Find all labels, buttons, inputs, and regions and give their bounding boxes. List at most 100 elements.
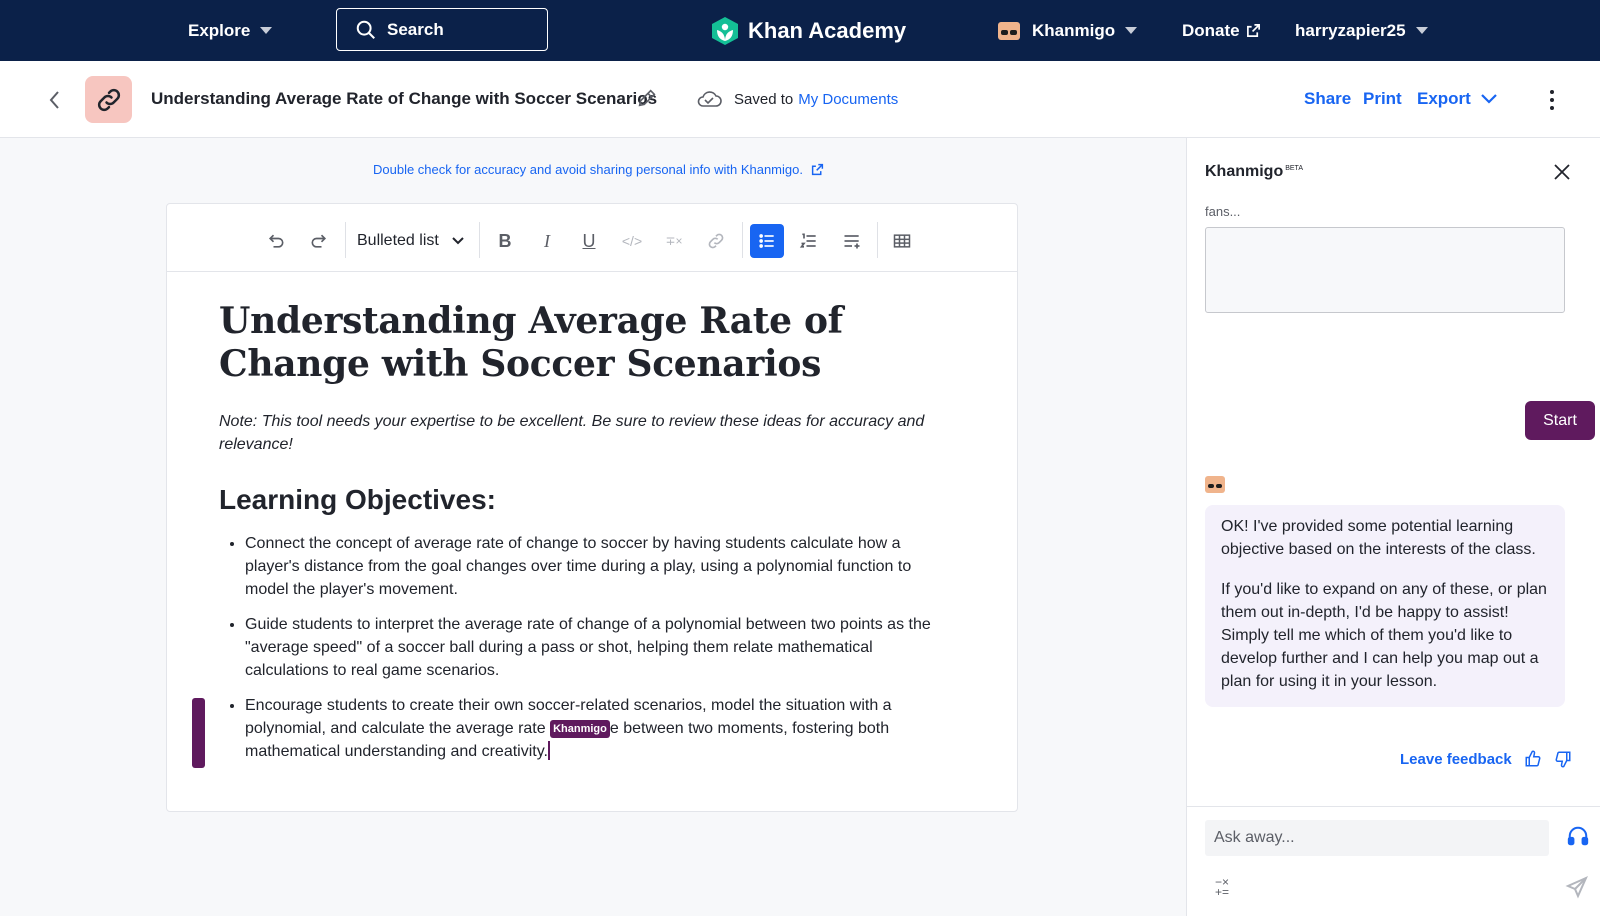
print-button[interactable]: Print xyxy=(1363,89,1402,109)
panel-title: Khanmigo BETA xyxy=(1205,163,1303,181)
text-cursor xyxy=(547,741,550,760)
khanmigo-menu[interactable]: Khanmigo xyxy=(998,0,1138,61)
back-arrow-icon[interactable] xyxy=(46,89,64,111)
toolbar-divider xyxy=(877,222,878,258)
chevron-down-icon[interactable] xyxy=(1480,93,1498,105)
chevron-down-icon xyxy=(1415,27,1428,34)
message-paragraph: If you'd like to expand on any of these,… xyxy=(1221,581,1547,690)
document-editor: Bulleted list B I U </> ∓× Understanding… xyxy=(166,203,1018,812)
underline-button[interactable]: U xyxy=(572,224,606,258)
redo-button[interactable] xyxy=(302,224,336,258)
code-icon: </> xyxy=(621,233,643,249)
list-item: Guide students to interpret the average … xyxy=(245,613,949,682)
user-menu[interactable]: harryzapier25 xyxy=(1295,0,1428,61)
link-icon xyxy=(97,88,120,111)
bold-button[interactable]: B xyxy=(488,224,522,258)
feedback-row: Leave feedback xyxy=(1400,750,1572,768)
document-content[interactable]: Understanding Average Rate of Change wit… xyxy=(219,300,949,775)
bulleted-list-icon xyxy=(759,234,774,248)
headphones-icon[interactable] xyxy=(1567,825,1589,847)
toolbar-divider xyxy=(479,222,480,258)
italic-button[interactable]: I xyxy=(530,224,564,258)
khanmigo-cursor-badge: Khanmigo xyxy=(550,720,610,738)
toolbar-divider xyxy=(742,222,743,258)
external-link-icon xyxy=(1246,24,1260,37)
khanmigo-avatar-icon xyxy=(998,21,1020,40)
ask-input[interactable]: Ask away... xyxy=(1205,820,1549,856)
external-link-icon xyxy=(811,163,824,176)
math-button[interactable]: ∓× xyxy=(657,224,691,258)
document-title: Understanding Average Rate of Change wit… xyxy=(151,89,658,108)
link-button[interactable] xyxy=(699,224,733,258)
thumbs-down-icon[interactable] xyxy=(1554,750,1572,768)
khanmigo-avatar-icon xyxy=(1205,476,1225,493)
indent-button[interactable] xyxy=(835,224,869,258)
saved-prefix: Saved to xyxy=(734,90,794,108)
interests-textarea[interactable] xyxy=(1205,227,1565,313)
search-button[interactable]: Search xyxy=(336,8,548,51)
chevron-down-icon xyxy=(260,27,273,34)
assistant-message: OK! I've provided some potential learnin… xyxy=(1205,505,1565,707)
numbered-list-icon xyxy=(799,233,816,248)
save-status: Saved to My Documents xyxy=(696,89,898,109)
undo-button[interactable] xyxy=(259,224,293,258)
document-heading: Understanding Average Rate of Change wit… xyxy=(219,300,843,385)
truncated-prompt-text: fans... xyxy=(1205,204,1241,219)
italic-icon: I xyxy=(544,230,550,251)
table-button[interactable] xyxy=(885,224,919,258)
accuracy-warning[interactable]: Double check for accuracy and avoid shar… xyxy=(373,162,824,177)
warning-text: Double check for accuracy and avoid shar… xyxy=(373,162,803,177)
bold-icon: B xyxy=(498,230,512,251)
objectives-list: Connect the concept of average rate of c… xyxy=(219,532,949,763)
undo-icon xyxy=(268,234,284,248)
khanmigo-label: Khanmigo xyxy=(1032,20,1116,40)
chevron-down-icon xyxy=(1125,27,1138,34)
beta-label: BETA xyxy=(1285,164,1303,172)
share-button[interactable]: Share xyxy=(1304,89,1351,109)
document-header: Understanding Average Rate of Change wit… xyxy=(0,61,1600,138)
underline-icon: U xyxy=(582,230,596,251)
khanmigo-panel: Khanmigo BETA fans... Start OK! I've prov… xyxy=(1186,138,1600,916)
block-style-label: Bulleted list xyxy=(357,232,439,249)
explore-label: Explore xyxy=(188,20,251,40)
explore-menu[interactable]: Explore xyxy=(188,0,273,61)
donate-link[interactable]: Donate xyxy=(1182,0,1261,61)
khan-academy-logo[interactable]: Khan Academy xyxy=(710,0,906,61)
start-button[interactable]: Start xyxy=(1525,401,1595,440)
export-button[interactable]: Export xyxy=(1417,89,1471,109)
logo-text: Khan Academy xyxy=(748,17,907,43)
donate-label: Donate xyxy=(1182,20,1240,40)
list-item: Connect the concept of average rate of c… xyxy=(245,532,949,601)
indent-icon xyxy=(844,235,860,249)
more-options-icon[interactable] xyxy=(1549,89,1555,111)
thumbs-up-icon[interactable] xyxy=(1524,750,1542,768)
khan-leaf-icon xyxy=(712,16,738,45)
username-label: harryzapier25 xyxy=(1295,20,1406,40)
block-style-select[interactable]: Bulleted list xyxy=(357,224,465,258)
toolbar-divider xyxy=(345,222,346,258)
bulleted-list-button[interactable] xyxy=(750,224,784,258)
numbered-list-button[interactable] xyxy=(792,224,826,258)
learning-objectives-heading: Learning Objectives: xyxy=(219,484,496,515)
redo-icon xyxy=(311,234,327,248)
link-icon xyxy=(708,233,724,249)
my-documents-link[interactable]: My Documents xyxy=(798,91,898,108)
tool-icon xyxy=(85,76,132,123)
table-icon xyxy=(893,234,911,248)
editor-toolbar: Bulleted list B I U </> ∓× xyxy=(167,204,1017,272)
send-icon[interactable] xyxy=(1565,875,1589,899)
review-note: Note: This tool needs your expertise to … xyxy=(219,413,925,453)
chevron-down-icon xyxy=(452,237,464,245)
cloud-check-icon xyxy=(697,91,722,107)
panel-title-text: Khanmigo xyxy=(1205,163,1284,180)
math-icon: ∓× xyxy=(665,234,683,248)
message-paragraph: OK! I've provided some potential learnin… xyxy=(1221,518,1536,558)
code-button[interactable]: </> xyxy=(615,224,649,258)
leave-feedback-link[interactable]: Leave feedback xyxy=(1400,751,1512,768)
close-icon[interactable] xyxy=(1552,162,1572,182)
search-icon xyxy=(356,20,375,39)
math-keypad-icon[interactable]: −× += xyxy=(1215,876,1229,898)
search-label: Search xyxy=(387,19,444,39)
pencil-edit-icon[interactable] xyxy=(636,87,658,109)
chat-input-area: Ask away... −× += xyxy=(1187,806,1600,916)
